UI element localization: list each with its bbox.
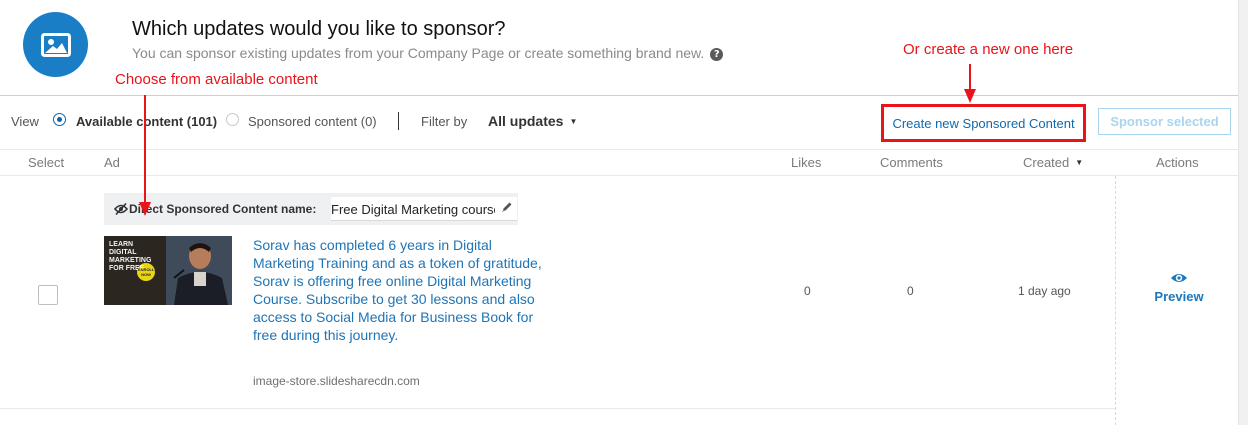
thumbnail-badge: ENROLL NOW [138, 267, 155, 277]
pencil-icon[interactable] [501, 201, 513, 213]
preview-link[interactable]: Preview [1150, 272, 1208, 304]
toolbar-divider [0, 149, 1238, 150]
comments-count: 0 [907, 284, 914, 298]
radio-sponsored-content[interactable] [226, 113, 239, 126]
header-row-divider [0, 175, 1238, 176]
content-name-value: Free Digital Marketing course [331, 202, 495, 217]
content-name-input[interactable]: Free Digital Marketing course [331, 197, 517, 221]
view-label: View [11, 114, 39, 129]
radio-available-content-label[interactable]: Available content (101) [76, 114, 217, 129]
annotation-create-new: Or create a new one here [903, 41, 1074, 58]
page-subtitle: You can sponsor existing updates from yo… [132, 45, 724, 61]
likes-count: 0 [804, 284, 811, 298]
annotation-choose-content: Choose from available content [115, 71, 318, 88]
column-header-comments[interactable]: Comments [880, 155, 943, 170]
sponsored-content-name-bar: Direct Sponsored Content name: Free Digi… [104, 193, 518, 225]
column-header-select: Select [28, 155, 65, 170]
page-subtitle-text: You can sponsor existing updates from yo… [132, 45, 705, 61]
ad-text-link[interactable]: Sorav has completed 6 years in Digital M… [253, 236, 543, 344]
ad-thumbnail[interactable]: LEARN DIGITAL MARKETING for FREE ENROLL … [104, 236, 232, 305]
header-divider [0, 95, 1238, 96]
name-label-text: Direct Sponsored Content name: [129, 202, 317, 216]
actions-column-divider [1115, 176, 1116, 425]
row-divider [0, 408, 1115, 409]
radio-available-content[interactable] [53, 113, 66, 126]
eye-icon [1171, 274, 1187, 282]
name-label: Direct Sponsored Content name: [114, 202, 316, 216]
filter-dropdown[interactable]: All updates ▼ [488, 113, 577, 129]
row-select-checkbox[interactable] [38, 285, 58, 305]
column-header-created-label: Created [1023, 155, 1070, 170]
sort-caret-icon: ▼ [1075, 158, 1084, 167]
scrollbar[interactable] [1238, 0, 1248, 425]
help-icon[interactable]: ? [710, 48, 724, 61]
preview-link-label: Preview [1154, 289, 1204, 304]
radio-sponsored-content-label[interactable]: Sponsored content (0) [248, 114, 377, 129]
create-sponsored-content-button[interactable]: Create new Sponsored Content [881, 104, 1086, 142]
filter-dropdown-value: All updates [488, 113, 564, 129]
ad-domain: image-store.slidesharecdn.com [253, 374, 420, 388]
column-header-created[interactable]: Created ▼ [1023, 155, 1083, 170]
filter-label: Filter by [421, 114, 468, 129]
column-header-likes[interactable]: Likes [791, 155, 821, 170]
page-title: Which updates would you like to sponsor? [132, 18, 506, 40]
caret-down-icon: ▼ [569, 117, 578, 126]
sponsor-selected-button[interactable]: Sponsor selected [1098, 108, 1231, 135]
column-header-actions: Actions [1156, 155, 1199, 170]
image-icon [23, 12, 88, 77]
eye-slash-icon [114, 203, 128, 215]
created-time: 1 day ago [1018, 284, 1071, 298]
toolbar-separator [398, 112, 399, 130]
arrow-down-icon [964, 89, 976, 103]
column-header-ad: Ad [104, 155, 120, 170]
